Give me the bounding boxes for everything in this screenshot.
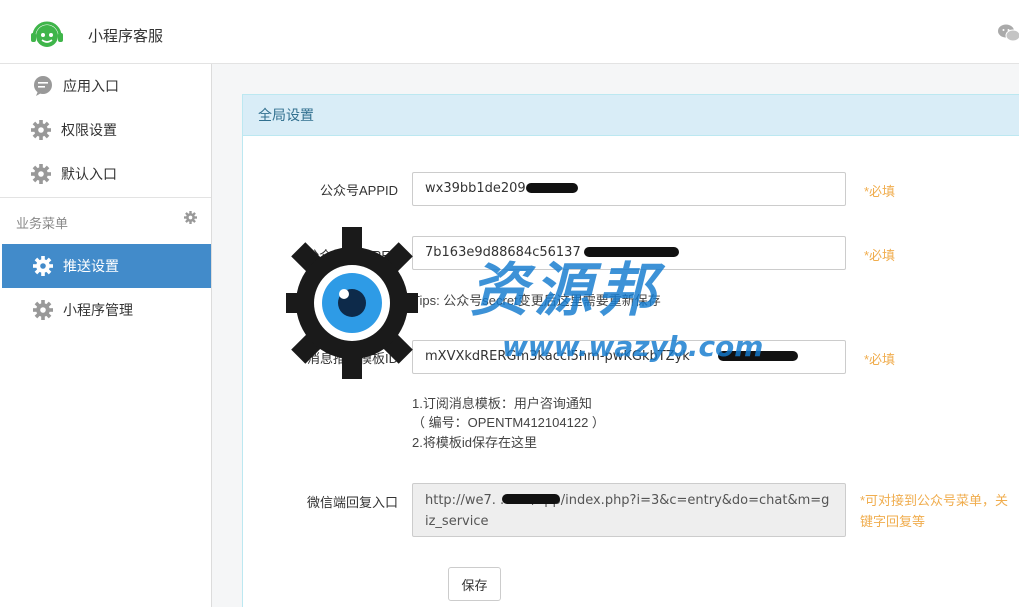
wechat-icon[interactable]	[998, 24, 1019, 42]
sidebar-section-label: 业务菜单	[16, 216, 69, 231]
save-button[interactable]: 保存	[448, 567, 501, 601]
sidebar-item-label: 小程序管理	[63, 302, 133, 318]
template-id-label: 消息推送模板ID	[306, 351, 398, 366]
template-id-required-hint: *必填	[864, 352, 896, 367]
global-settings-panel: 全局设置 公众号APPID wx39bb1de209 *必填 公众号SECRET…	[242, 94, 1019, 607]
panel-title: 全局设置	[243, 95, 1019, 136]
headset-logo-icon	[31, 21, 63, 47]
secret-label: 公众号SECRET	[306, 248, 398, 263]
sidebar-item-label: 推送设置	[63, 258, 119, 274]
wechat-reply-entry-label: 微信端回复入口	[306, 495, 398, 510]
top-bar: 小程序客服	[0, 0, 1019, 64]
sidebar-item-app-entry[interactable]: 应用入口	[2, 64, 211, 108]
sidebar-item-push-settings[interactable]: 推送设置	[2, 244, 211, 288]
redaction-mark	[584, 247, 679, 257]
sidebar-item-miniprogram-management[interactable]: 小程序管理	[2, 288, 211, 332]
sidebar-divider	[0, 197, 211, 198]
gear-icon	[30, 119, 52, 141]
gear-icon[interactable]	[184, 211, 198, 225]
wechat-reply-entry-textarea[interactable]: http://we7. .com/app/index.php?i=3&c=ent…	[412, 483, 846, 537]
template-help-line-3: 2.将模板id保存在这里	[412, 435, 537, 450]
sidebar-item-label: 默认入口	[61, 166, 117, 182]
sidebar-item-label: 权限设置	[61, 122, 117, 138]
secret-required-hint: *必填	[864, 248, 896, 263]
sidebar: 应用入口 权限设置 默认入口 业务菜单 推送设置 小程序管理	[0, 64, 212, 607]
chat-bubble-icon	[32, 75, 54, 97]
sidebar-item-label: 应用入口	[63, 78, 119, 94]
sidebar-item-permissions[interactable]: 权限设置	[2, 108, 211, 152]
wechat-reply-entry-value: http://we7. .com/app/index.php?i=3&c=ent…	[425, 493, 830, 529]
template-help-line-1: 1.订阅消息模板：用户咨询通知	[412, 396, 592, 411]
app-title: 小程序客服	[88, 28, 164, 45]
gear-icon	[32, 299, 54, 321]
appid-input[interactable]: wx39bb1de209	[412, 172, 846, 206]
secret-value: 7b163e9d88684c56137	[425, 245, 581, 260]
appid-value: wx39bb1de209	[425, 181, 526, 196]
redaction-mark	[502, 494, 560, 504]
template-id-value: mXVXkdRERGm3kaccl5hm-pwKGkbTZyk	[425, 349, 690, 364]
redaction-mark	[526, 183, 578, 193]
gear-icon	[30, 163, 52, 185]
appid-label: 公众号APPID	[319, 183, 398, 198]
sidebar-item-default-entry[interactable]: 默认入口	[2, 152, 211, 196]
gear-icon	[32, 255, 54, 277]
redaction-mark	[718, 351, 798, 361]
secret-tip: Tips: 公众号secret变更后这里需要重新保存	[412, 293, 661, 308]
appid-required-hint: *必填	[864, 184, 896, 199]
wechat-reply-entry-hint: *可对接到公众号菜单，关键字回复等	[860, 493, 1009, 529]
template-help-line-2: （ 编号：OPENTM412104122 ）	[412, 415, 605, 430]
